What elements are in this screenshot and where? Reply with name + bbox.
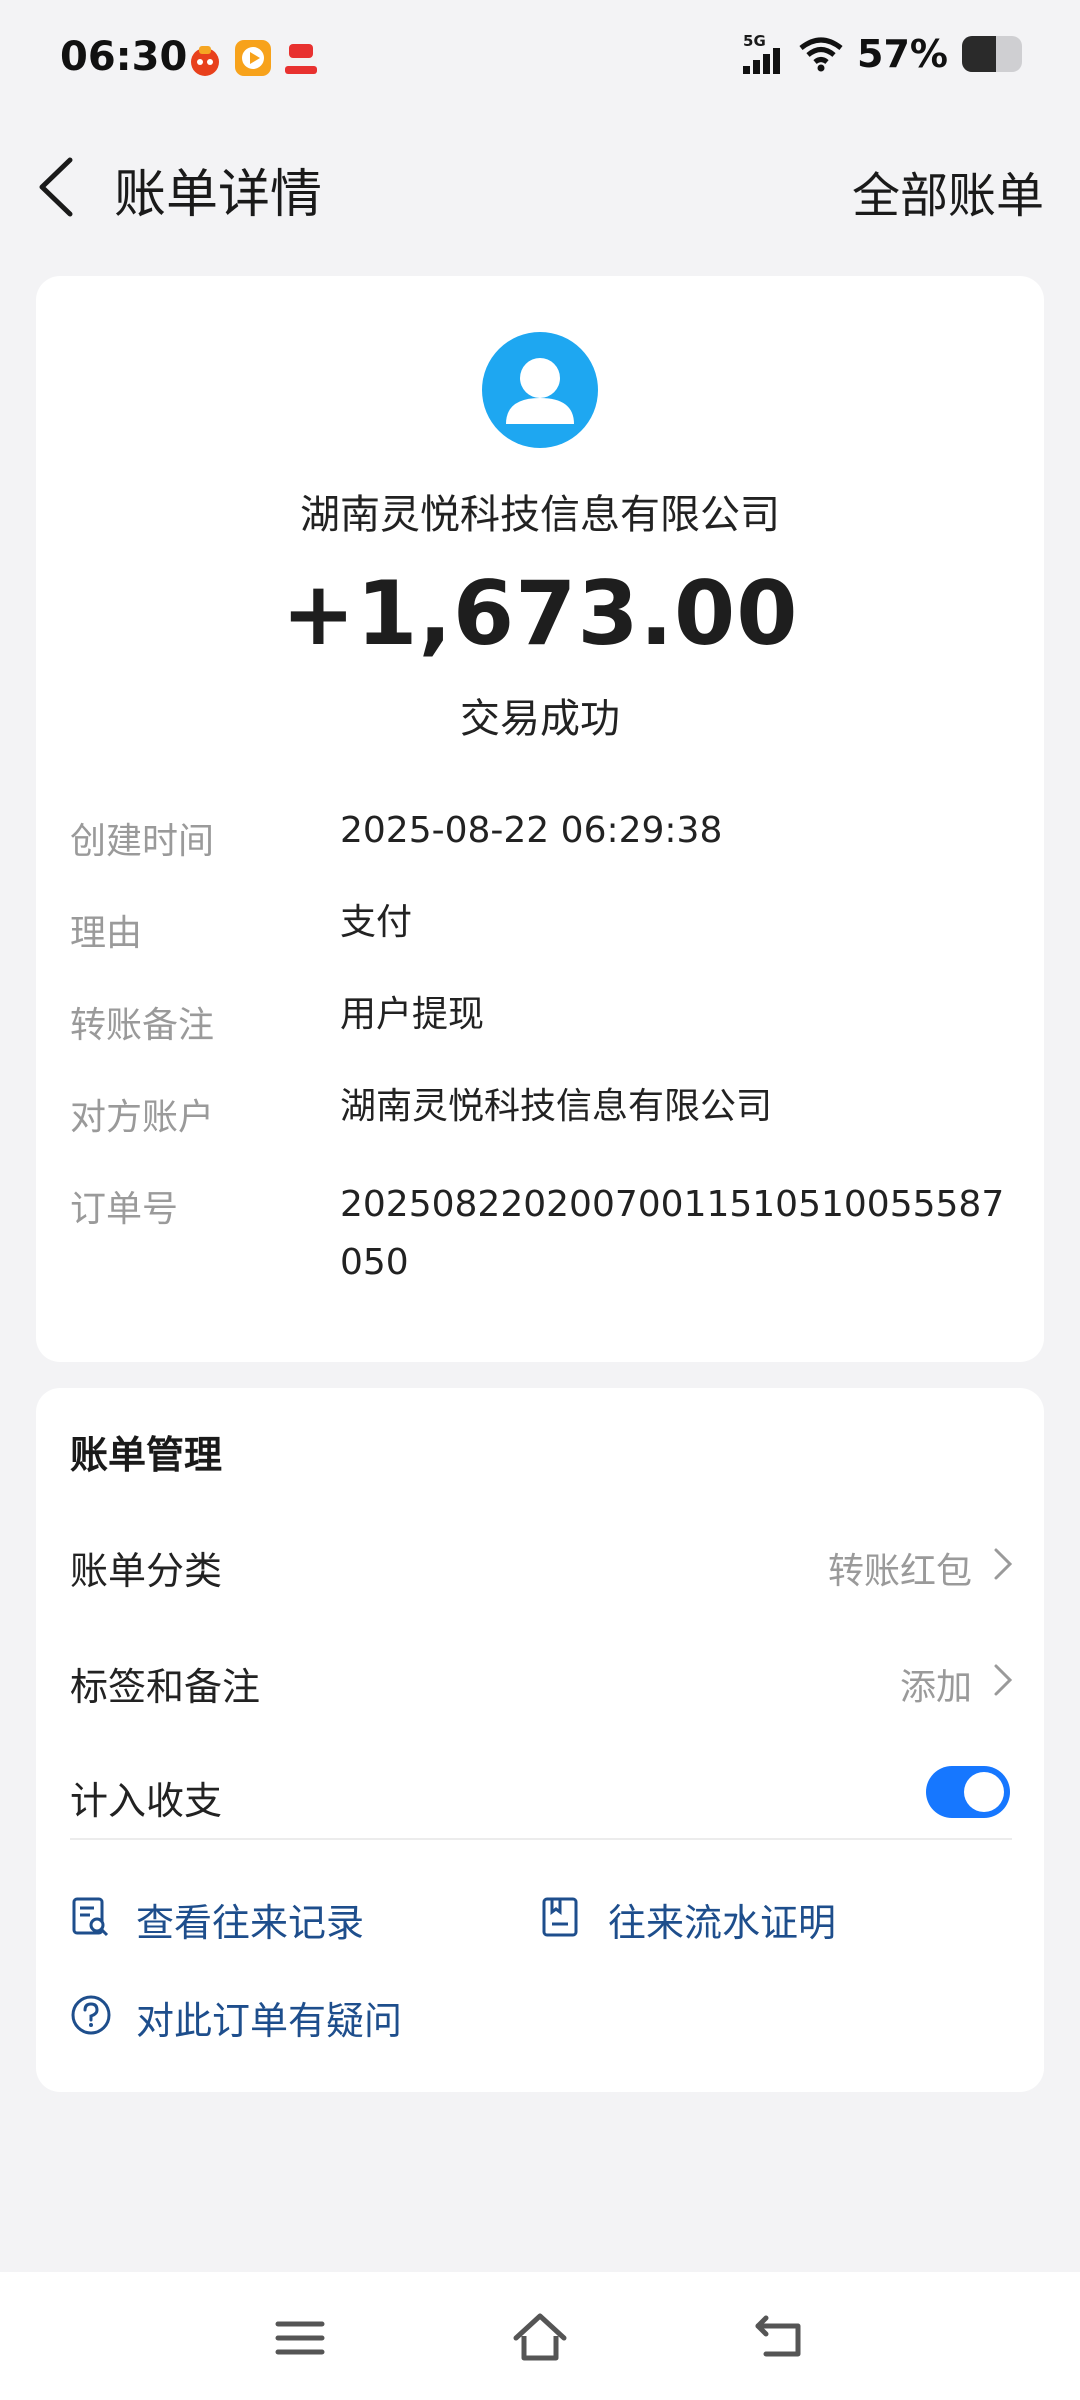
counterparty-name: 湖南灵悦科技信息有限公司 <box>300 492 780 538</box>
section-title: 账单管理 <box>70 1433 223 1477</box>
battery-icon <box>962 36 1022 72</box>
category-label: 账单分类 <box>70 1549 223 1593</box>
bill-management-card <box>36 1388 1044 2092</box>
question-icon[interactable] <box>70 1994 112 2036</box>
statement-icon[interactable] <box>540 1896 582 1938</box>
back-icon[interactable] <box>752 2310 808 2366</box>
network-type: 5G <box>743 32 766 50</box>
status-indicators: 5G 57% <box>743 32 1022 76</box>
tags-value[interactable]: 添加 <box>900 1658 972 1710</box>
home-icon[interactable] <box>512 2310 568 2366</box>
page-title: 账单详情 <box>114 165 323 225</box>
order-question-link[interactable]: 对此订单有疑问 <box>136 1990 402 2045</box>
detail-label-reason: 理由 <box>70 913 143 954</box>
detail-label-account: 对方账户 <box>70 1097 215 1138</box>
user-avatar-icon <box>482 332 598 448</box>
chevron-right-icon[interactable] <box>992 1546 1014 1582</box>
detail-value-remark: 用户提现 <box>340 994 485 1035</box>
view-records-link[interactable]: 查看往来记录 <box>136 1892 364 1947</box>
signal-icon: 5G <box>743 34 785 74</box>
detail-label-created-time: 创建时间 <box>70 821 215 862</box>
detail-label-order-number: 订单号 <box>70 1189 179 1230</box>
gift-app-icon <box>285 44 317 74</box>
video-app-icon <box>235 40 271 76</box>
toggle-knob <box>964 1772 1004 1812</box>
divider <box>70 1838 1012 1840</box>
transaction-amount: +1,673.00 <box>281 562 799 665</box>
notification-app-icon <box>191 46 219 76</box>
transaction-status: 交易成功 <box>460 696 620 742</box>
notification-icons <box>185 38 321 78</box>
statement-proof-link[interactable]: 往来流水证明 <box>608 1892 836 1947</box>
tags-label: 标签和备注 <box>70 1665 261 1709</box>
detail-value-reason: 支付 <box>340 902 413 943</box>
chevron-right-icon[interactable] <box>992 1662 1014 1698</box>
status-time: 06:30 <box>60 34 188 80</box>
wifi-icon <box>799 37 843 72</box>
category-value[interactable]: 转账红包 <box>828 1542 972 1594</box>
back-button[interactable] <box>34 154 80 220</box>
battery-level <box>962 36 997 72</box>
all-bills-link[interactable]: 全部账单 <box>852 156 1044 226</box>
records-icon[interactable] <box>70 1896 112 1938</box>
battery-percent: 57% <box>857 32 948 76</box>
include-label: 计入收支 <box>70 1779 223 1823</box>
include-toggle[interactable] <box>926 1766 1010 1818</box>
detail-value-created-time: 2025-08-22 06:29:38 <box>340 810 723 851</box>
detail-value-account: 湖南灵悦科技信息有限公司 <box>340 1086 773 1127</box>
detail-value-order-number: 20250822020070011510510055587050 <box>340 1184 1005 1283</box>
detail-label-remark: 转账备注 <box>70 1005 215 1046</box>
menu-icon[interactable] <box>272 2310 328 2366</box>
